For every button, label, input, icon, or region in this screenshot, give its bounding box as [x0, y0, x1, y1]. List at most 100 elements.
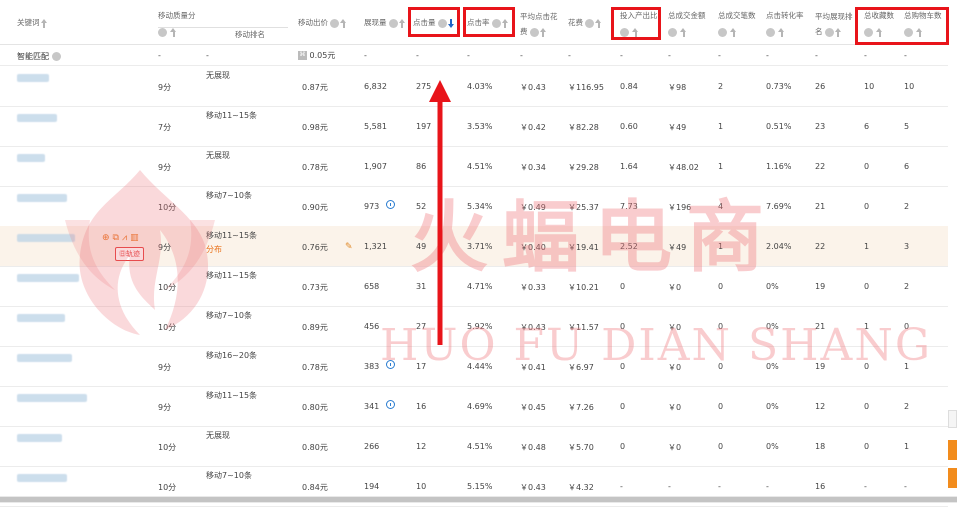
- help-icon[interactable]: [668, 28, 677, 37]
- table-row[interactable]: 无展现 9分 0.78元 1,907 86 4.51% ￥0.34 ￥29.28 1.64 ￥48…: [0, 146, 948, 187]
- cell-avg-cpc: ￥0.41: [520, 363, 546, 372]
- help-icon[interactable]: [718, 28, 727, 37]
- sort-up-icon[interactable]: [834, 27, 843, 37]
- table-row[interactable]: 移动11~15条 7分 0.98元 5,581 197 3.53% ￥0.42 ￥82.28 0…: [0, 106, 948, 147]
- cell-avg-cpc: ￥0.43: [520, 483, 546, 492]
- cell-quality: 10分: [158, 283, 177, 292]
- cell-quality: 9分: [158, 363, 172, 372]
- header-avg-rank[interactable]: 平均展现排名: [815, 9, 859, 39]
- sort-up-icon[interactable]: [594, 18, 603, 28]
- cell-rank: 移动7~10条: [206, 471, 252, 480]
- help-icon[interactable]: [766, 28, 775, 37]
- annotation-box-clicks: [408, 7, 460, 37]
- cell-cost: ￥29.28: [568, 163, 599, 172]
- sort-up-icon[interactable]: [40, 18, 49, 28]
- track-badge[interactable]: ㊐轨迹: [115, 247, 144, 261]
- table-row[interactable]: 移动7~10条 10分 0.90元 973 52 5.34% ￥0.49 ￥25.37 7.73…: [0, 186, 948, 227]
- cell-cart: 6: [904, 162, 910, 171]
- sort-up-icon[interactable]: [398, 18, 407, 28]
- cell-orders: -: [718, 51, 721, 60]
- cell-impressions: 341: [364, 402, 380, 411]
- info-icon[interactable]: [386, 400, 395, 409]
- cell-bid: 0.78元: [302, 163, 328, 172]
- cell-orders: 0: [718, 442, 724, 451]
- table-row[interactable]: 移动11~15条 9分 0.80元 341 16 4.69% ￥0.45 ￥7.26 0 ￥0 0 0…: [0, 386, 948, 427]
- header-impressions[interactable]: 展现量: [364, 16, 407, 30]
- table-row[interactable]: 移动7~10条 10分 0.89元 456 27 5.92% ￥0.43 ￥11.57 0 ￥0 0…: [0, 306, 948, 347]
- cell-impressions: 456: [364, 322, 380, 331]
- cell-cart: 2: [904, 402, 910, 411]
- info-icon[interactable]: [386, 200, 395, 209]
- help-icon[interactable]: [824, 27, 834, 37]
- header-bid[interactable]: 移动出价: [298, 16, 348, 30]
- cell-rank: 移动7~10条: [206, 311, 252, 320]
- side-help-button[interactable]: [948, 468, 957, 488]
- help-icon[interactable]: [330, 18, 340, 28]
- cell-gmv: ￥0: [668, 363, 682, 372]
- sort-up-icon[interactable]: [729, 28, 738, 37]
- keyword-text-redacted[interactable]: [17, 114, 57, 122]
- target-icon[interactable]: ⊕: [102, 233, 110, 243]
- cell-ctr: 4.44%: [467, 362, 493, 371]
- keyword-text-redacted[interactable]: [17, 234, 75, 242]
- header-keyword[interactable]: 关键词: [17, 16, 49, 30]
- cell-rank: 移动11~15条: [206, 271, 258, 280]
- keyword-text-redacted[interactable]: [17, 74, 49, 82]
- header-cost[interactable]: 花费: [568, 16, 603, 30]
- cell-cart: 10: [904, 82, 915, 91]
- side-panel-tab[interactable]: [948, 410, 957, 428]
- cell-favorites: 0: [864, 442, 870, 451]
- sort-up-icon[interactable]: [539, 27, 548, 37]
- cell-cost: -: [568, 51, 571, 60]
- cell-roi: 0.60: [620, 122, 638, 131]
- table-row[interactable]: 无展现 9分 0.87元 6,832 275 4.03% ￥0.43 ￥116.95 0.84 ￥…: [0, 66, 948, 107]
- keyword-text-redacted[interactable]: [17, 394, 87, 402]
- trend-chart-icon[interactable]: ⩘: [122, 233, 127, 243]
- keyword-text-redacted[interactable]: [17, 434, 62, 442]
- keyword-text-redacted[interactable]: [17, 194, 67, 202]
- table-row[interactable]: 移动11~15条 10分 0.73元 658 31 4.71% ￥0.33 ￥10.21 0 ￥0…: [0, 266, 948, 307]
- sort-up-icon[interactable]: [777, 28, 786, 37]
- side-feedback-button[interactable]: [948, 440, 957, 460]
- cell-gmv: ￥0: [668, 323, 682, 332]
- keyword-text-redacted[interactable]: [17, 354, 72, 362]
- cell-impressions: 6,832: [364, 82, 387, 91]
- cell-rank: -: [206, 51, 209, 60]
- cell-orders: 0: [718, 362, 724, 371]
- cell-rank: 移动11~15条: [206, 111, 258, 120]
- sort-up-icon[interactable]: [339, 18, 348, 28]
- keyword-text-redacted[interactable]: [17, 474, 67, 482]
- cell-bid: 0.87元: [302, 83, 328, 92]
- header-avg-cpc[interactable]: 平均点击花费: [520, 9, 564, 39]
- help-icon[interactable]: [158, 28, 167, 37]
- cell-orders: 0: [718, 282, 724, 291]
- horizontal-scrollbar-thumb[interactable]: [0, 497, 957, 502]
- info-icon[interactable]: [386, 360, 395, 369]
- keyword-text-redacted[interactable]: [17, 314, 65, 322]
- help-icon[interactable]: [529, 27, 539, 37]
- cell-gmv: ￥0: [668, 443, 682, 452]
- sort-up-icon[interactable]: [169, 28, 178, 37]
- cell-quality: 9分: [158, 403, 172, 412]
- sort-up-icon[interactable]: [679, 28, 688, 37]
- cell-orders: -: [718, 482, 721, 491]
- edit-pencil-icon[interactable]: ✎: [345, 242, 353, 252]
- cell-avg-cpc: ￥0.48: [520, 443, 546, 452]
- cell-ctr: 4.69%: [467, 402, 493, 411]
- help-icon[interactable]: [388, 18, 398, 28]
- cell-roi: -: [620, 482, 623, 491]
- cell-favorites: 6: [864, 122, 870, 131]
- cell-avg-cpc: ￥0.45: [520, 403, 546, 412]
- keyword-text-redacted[interactable]: [17, 154, 45, 162]
- cell-bid: ⌘ 0.05元: [298, 51, 336, 60]
- copy-icon[interactable]: ⧉: [113, 233, 119, 243]
- keyword-text-redacted[interactable]: [17, 274, 79, 282]
- delete-icon[interactable]: ▥: [130, 233, 139, 243]
- help-icon[interactable]: [585, 18, 595, 28]
- cell-bid: 0.89元: [302, 323, 328, 332]
- help-icon[interactable]: [51, 52, 61, 61]
- rank-distribution-link[interactable]: 分布: [206, 244, 222, 255]
- table-row[interactable]: 移动16~20条 9分 0.78元 383 17 4.44% ￥0.41 ￥6.97 0 ￥0 0 0…: [0, 346, 948, 387]
- table-row[interactable]: 无展现 10分 0.80元 266 12 4.51% ￥0.48 ￥5.70 0 ￥0 0 0% 18 0…: [0, 426, 948, 467]
- cell-orders: 4: [718, 202, 724, 211]
